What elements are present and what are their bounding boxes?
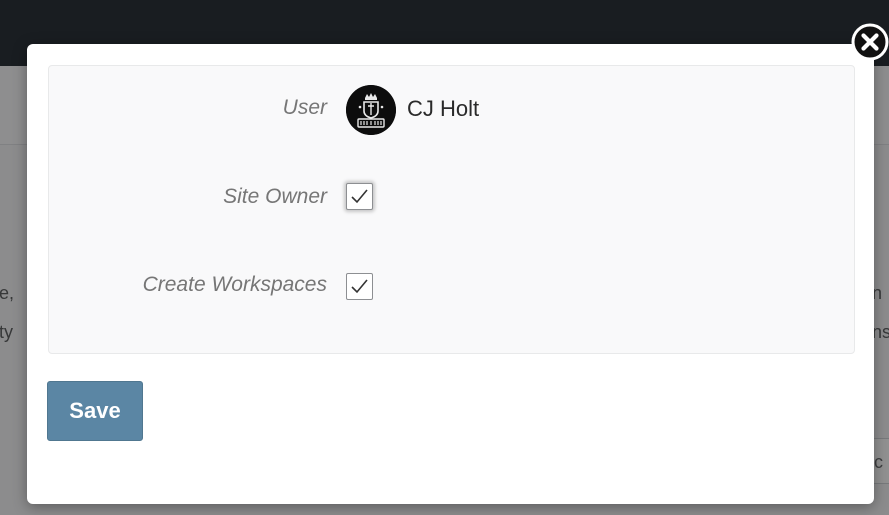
- close-circle-icon[interactable]: [851, 23, 889, 61]
- site-owner-checkbox[interactable]: [346, 183, 373, 210]
- user-permissions-dialog: User CJ Holt Site Owner Create Workspace…: [27, 44, 874, 504]
- create-workspaces-label: Create Workspaces: [142, 273, 327, 296]
- user-name: CJ Holt: [407, 96, 480, 121]
- create-workspaces-checkbox[interactable]: [346, 273, 373, 300]
- save-button[interactable]: Save: [47, 381, 143, 441]
- user-label: User: [282, 96, 327, 119]
- site-owner-label: Site Owner: [223, 185, 327, 208]
- avatar-crest-icon: [346, 85, 396, 135]
- checkmark-icon: [351, 189, 368, 204]
- checkmark-icon: [351, 279, 368, 294]
- permissions-form-panel: User CJ Holt Site Owner Create Workspace…: [48, 65, 855, 354]
